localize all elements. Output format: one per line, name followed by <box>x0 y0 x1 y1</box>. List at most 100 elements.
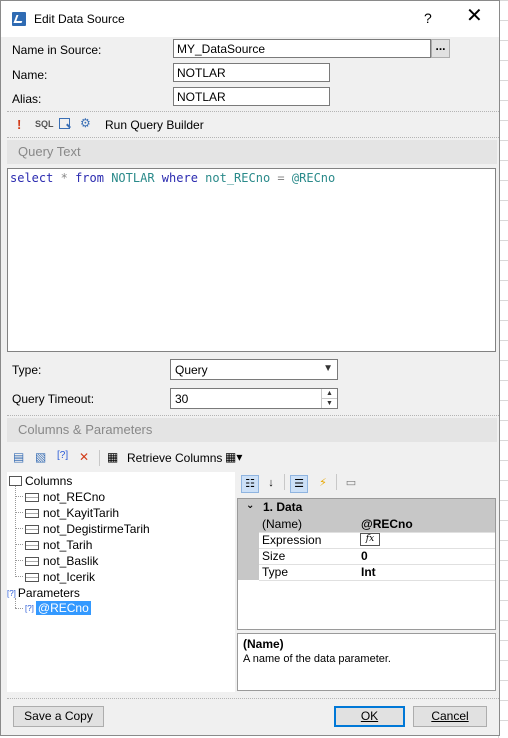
property-row-expression[interactable]: Expression fx <box>259 532 495 549</box>
tree-line <box>15 512 23 513</box>
column-icon <box>25 493 39 502</box>
column-name: not_DegistirmeTarih <box>43 522 150 536</box>
categorized-icon[interactable]: ☷ <box>241 475 259 493</box>
properties-icon[interactable]: ☰ <box>290 475 308 493</box>
more-options-icon[interactable]: ▦▾ <box>225 450 242 464</box>
tree-item-column[interactable]: not_KayitTarih <box>25 506 119 520</box>
property-value[interactable]: Int <box>361 565 376 579</box>
column-name: not_KayitTarih <box>43 506 120 520</box>
property-row-type[interactable]: Type Int <box>259 564 495 581</box>
tree-line <box>15 560 23 561</box>
column-icon <box>25 541 39 550</box>
column-icon <box>25 509 39 518</box>
column-icon <box>25 573 39 582</box>
property-value[interactable]: @RECno <box>361 517 413 531</box>
type-value: Query <box>175 363 208 377</box>
sql-parameter: @RECno <box>291 171 336 185</box>
tree-node-label: Columns <box>25 474 73 488</box>
new-parameter-icon[interactable]: [?] <box>57 450 68 461</box>
query-timeout-value: 30 <box>175 392 189 406</box>
name-label: Name: <box>12 68 48 82</box>
name-in-source-field[interactable]: MY_DataSource <box>173 39 431 58</box>
tree-item-column[interactable]: not_Icerik <box>25 570 95 584</box>
tree-line <box>15 576 23 577</box>
tree-item-column[interactable]: not_Baslik <box>25 554 98 568</box>
events-icon[interactable]: ⚡ <box>314 475 332 493</box>
property-name: Type <box>262 565 289 579</box>
help-button[interactable]: ? <box>424 10 432 26</box>
tree-line <box>15 496 23 497</box>
property-pages-icon[interactable]: ▭ <box>342 475 360 493</box>
property-name: Expression <box>262 533 322 547</box>
property-row-size[interactable]: Size 0 <box>259 548 495 565</box>
query-text-editor[interactable]: select * from NOTLAR where not_RECno = @… <box>7 168 496 352</box>
type-select[interactable]: Query ▼ <box>170 359 338 380</box>
edit-data-source-dialog: Edit Data Source ? ✕ Name in Source: MY_… <box>0 0 500 736</box>
description-title: (Name) <box>243 637 284 651</box>
spin-up-icon[interactable]: ▲ <box>322 389 337 399</box>
parameters-folder-icon: [?] <box>7 589 16 598</box>
cancel-button[interactable]: Cancel <box>413 706 487 727</box>
category-label: 1. Data <box>263 500 303 514</box>
columns-tree: Columns not_RECno not_KayitTarih not_Deg… <box>7 472 235 692</box>
tree-line <box>15 486 16 575</box>
query-timeout-label: Query Timeout: <box>12 392 95 406</box>
parameter-icon: [?] <box>25 604 34 613</box>
property-grid: ⌄ 1. Data (Name) @RECno Expression fx Si… <box>237 498 496 630</box>
sql-identifier: NOTLAR <box>111 171 155 185</box>
property-name: Size <box>262 549 286 563</box>
exclamation-icon[interactable]: ! <box>17 117 21 132</box>
tree-node-label: Parameters <box>17 586 80 600</box>
tree-node-columns[interactable]: Columns <box>9 474 72 488</box>
spin-down-icon[interactable]: ▼ <box>322 399 337 408</box>
name-field[interactable]: NOTLAR <box>173 63 330 82</box>
name-in-source-label: Name in Source: <box>12 43 102 57</box>
run-query-builder-button[interactable]: Run Query Builder <box>105 118 204 132</box>
tree-item-column[interactable]: not_RECno <box>25 490 105 504</box>
parameter-name: @RECno <box>35 601 91 615</box>
new-column-icon[interactable]: ▤ <box>13 450 24 464</box>
ok-button[interactable]: OK <box>334 706 405 727</box>
browse-button[interactable]: ... <box>431 39 450 58</box>
sql-keyword: where <box>161 171 198 185</box>
property-value[interactable]: 0 <box>361 549 368 563</box>
separator <box>7 415 499 416</box>
columns-toolbar: ▤ ▧ [?] ✕ ▦ Retrieve Columns ▦▾ <box>11 448 311 468</box>
tree-line <box>15 528 23 529</box>
property-description: (Name) A name of the data parameter. <box>237 633 496 691</box>
alias-field[interactable]: NOTLAR <box>173 87 330 106</box>
retrieve-columns-button[interactable]: Retrieve Columns <box>127 451 222 465</box>
expression-fx-button[interactable]: fx <box>360 533 380 546</box>
separator <box>7 111 499 112</box>
query-text-header: Query Text <box>7 140 497 164</box>
chevron-down-icon[interactable]: ▼ <box>323 363 333 374</box>
alphabetical-icon[interactable]: ↓ <box>262 475 280 493</box>
close-button[interactable]: ✕ <box>466 6 483 26</box>
new-calculated-column-icon[interactable]: ▧ <box>35 450 46 464</box>
property-category[interactable]: ⌄ 1. Data <box>238 499 495 516</box>
columns-folder-icon <box>9 476 22 486</box>
column-name: not_Icerik <box>43 570 96 584</box>
tree-item-column[interactable]: not_DegistirmeTarih <box>25 522 150 536</box>
delete-icon[interactable]: ✕ <box>79 450 89 464</box>
tree-item-column[interactable]: not_Tarih <box>25 538 92 552</box>
sql-keyword: select <box>10 171 54 185</box>
tree-item-parameter[interactable]: [?] @RECno <box>25 601 91 615</box>
type-label: Type: <box>12 363 42 377</box>
save-a-copy-button[interactable]: Save a Copy <box>13 706 104 727</box>
property-gutter <box>238 516 259 580</box>
alias-label: Alias: <box>12 92 42 106</box>
app-icon <box>12 12 26 26</box>
query-timeout-stepper[interactable]: 30 ▲ ▼ <box>170 388 338 409</box>
column-name: not_RECno <box>43 490 106 504</box>
tree-node-parameters[interactable]: [?] Parameters <box>7 586 80 600</box>
query-builder-icon[interactable]: ⚙ <box>80 116 91 130</box>
query-icon[interactable] <box>59 118 70 129</box>
collapse-icon[interactable]: ⌄ <box>246 500 254 511</box>
property-grid-toolbar: ☷ ↓ ☰ ⚡ ▭ <box>237 472 497 497</box>
property-row-name[interactable]: (Name) @RECno <box>259 516 495 533</box>
sql-icon[interactable]: SQL <box>35 119 54 129</box>
property-name: (Name) <box>262 517 303 531</box>
retrieve-columns-icon[interactable]: ▦ <box>107 450 118 464</box>
separator <box>7 698 499 699</box>
